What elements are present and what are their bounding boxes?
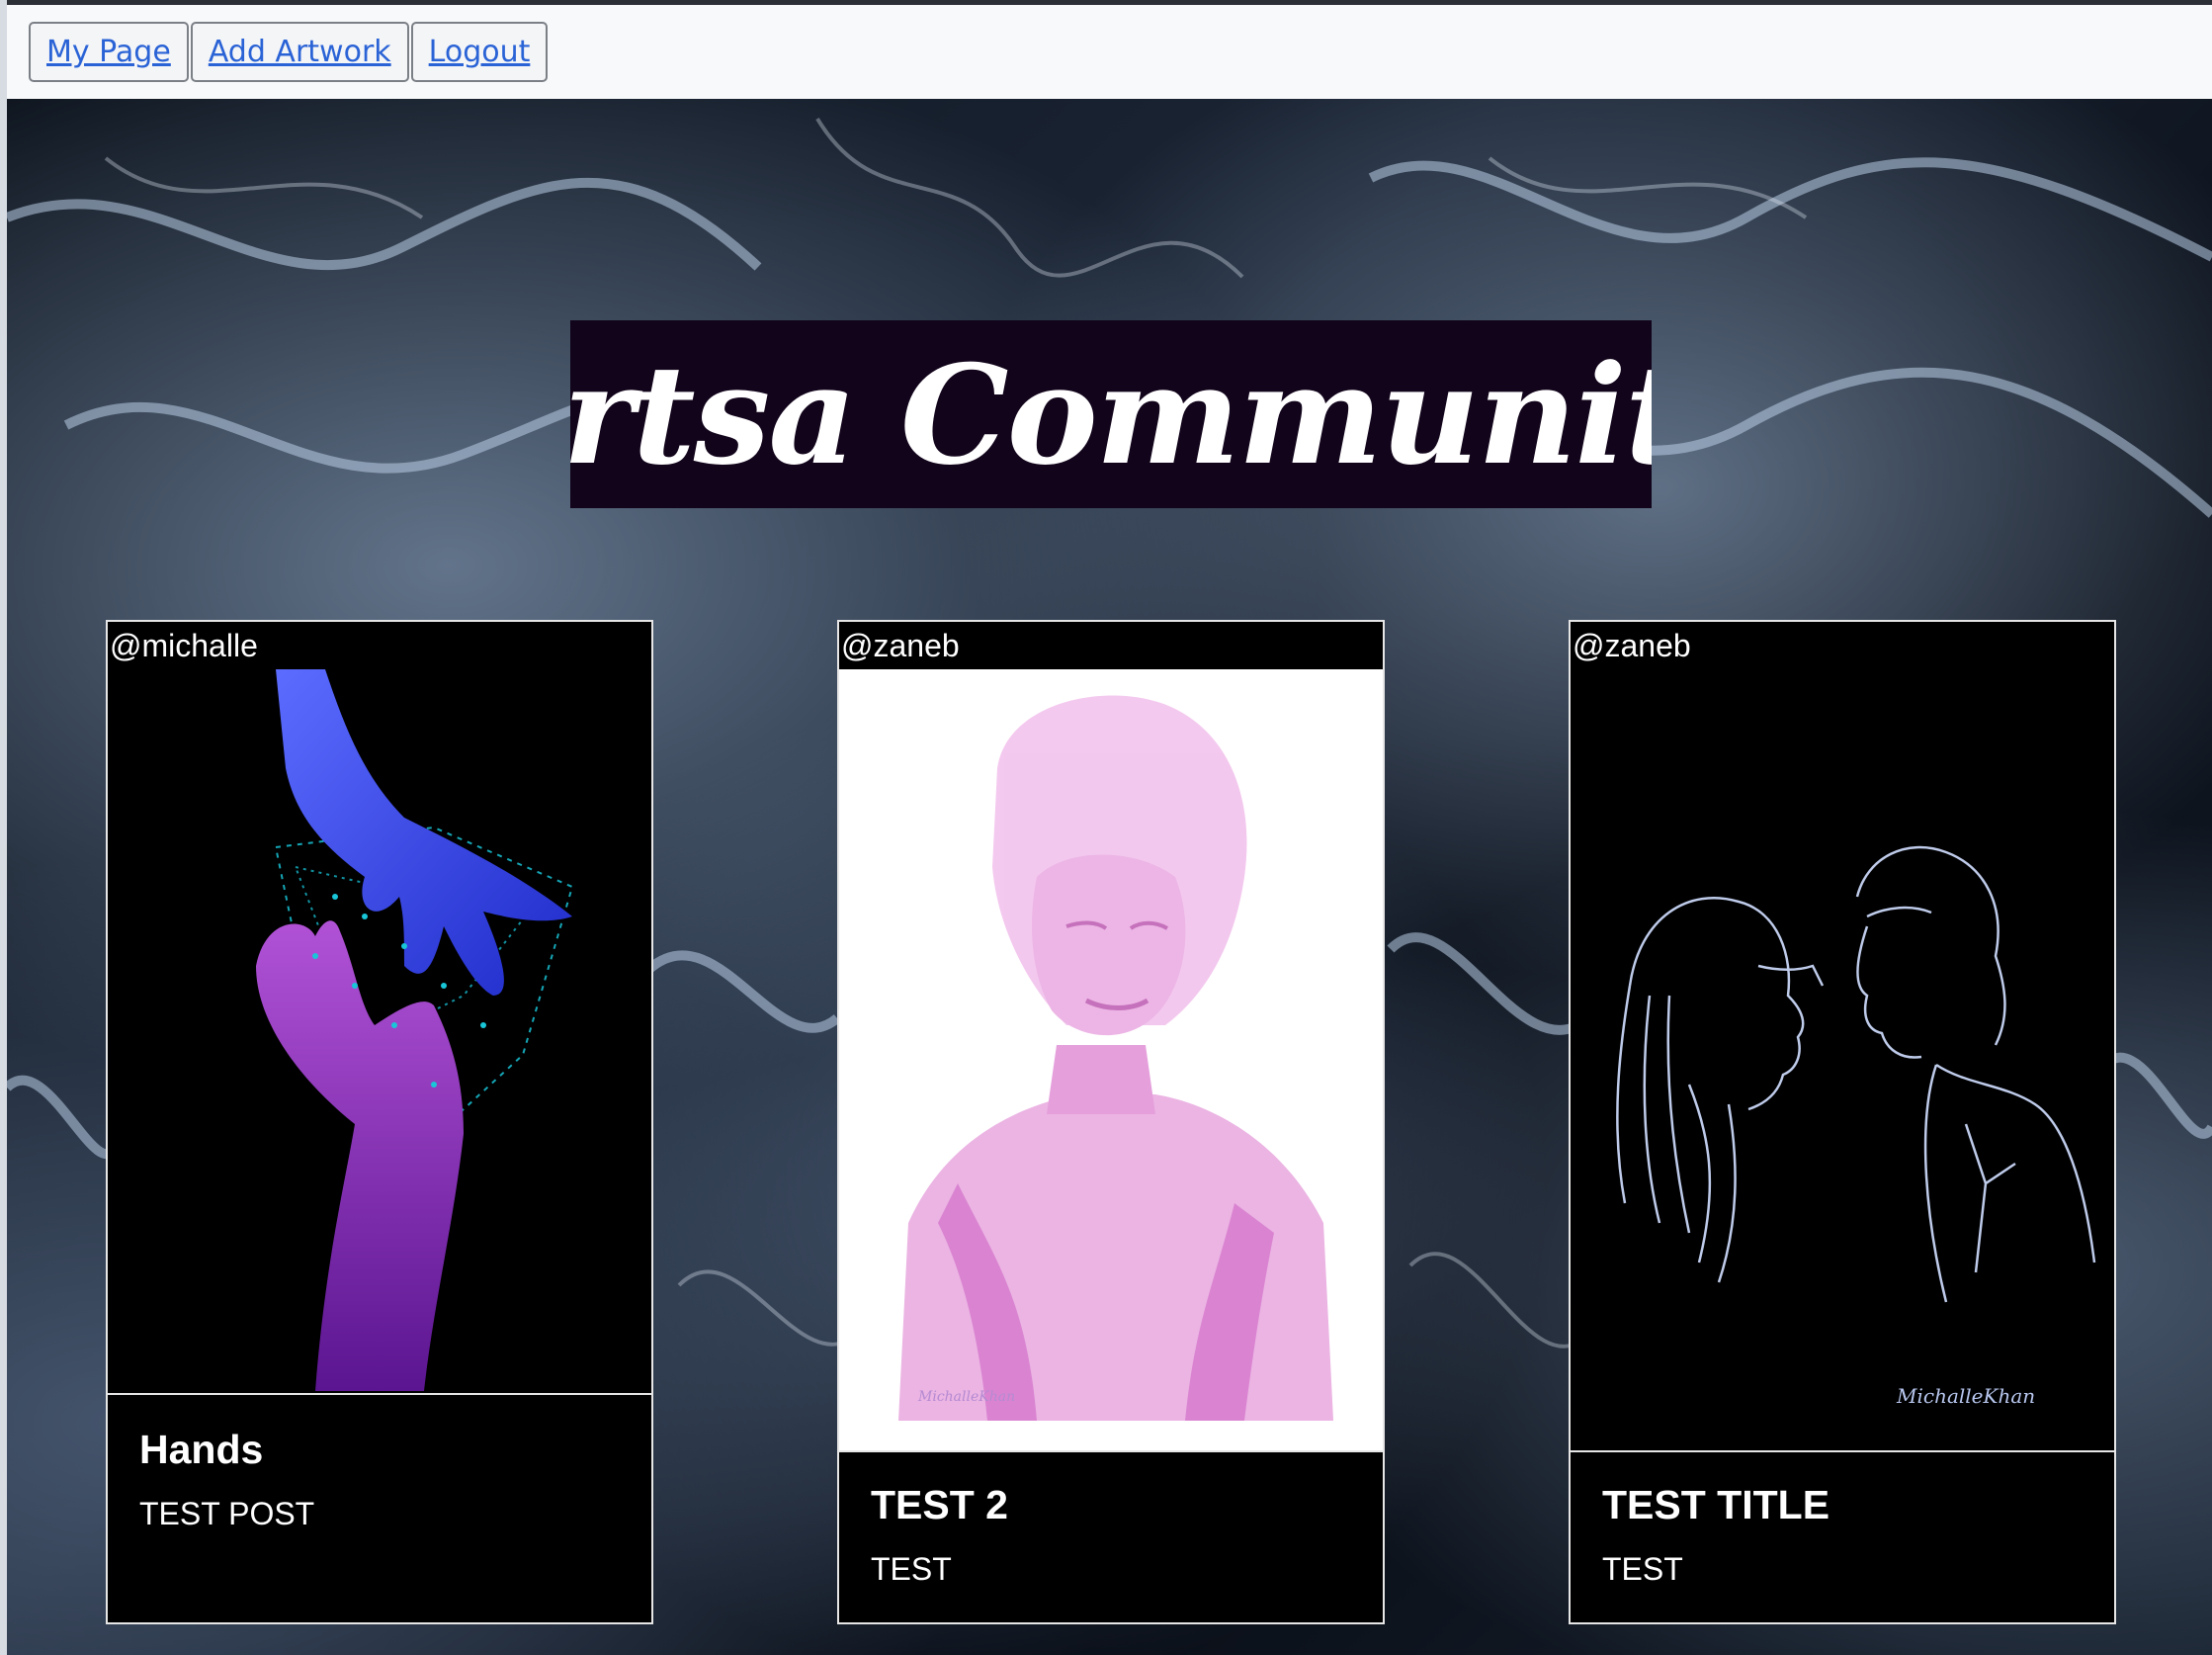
card-caption: TEST 2 TEST (839, 1450, 1383, 1622)
artwork-image-couple[interactable]: MichalleKhan (1571, 669, 2114, 1450)
artwork-image-hands[interactable] (108, 669, 651, 1393)
card-username[interactable]: @zaneb (1571, 622, 2114, 669)
couple-signature: MichalleKhan (1896, 1384, 2035, 1408)
artwork-image-portrait[interactable]: MichalleKhan (839, 669, 1383, 1450)
artwork-card[interactable]: @zaneb MichalleKhan TEST 2 TEST (837, 620, 1385, 1624)
card-title: TEST 2 (871, 1482, 1008, 1527)
hands-illustration (256, 669, 574, 1391)
card-caption: TEST TITLE TEST (1571, 1450, 2114, 1622)
card-title: TEST TITLE (1602, 1482, 1830, 1527)
card-title: Hands (139, 1427, 264, 1472)
card-username[interactable]: @zaneb (839, 622, 1383, 669)
window-left-edge (0, 0, 7, 1655)
artwork-card[interactable]: @zaneb MichalleKhan TEST TITLE TEST (1569, 620, 2116, 1624)
add-artwork-button[interactable]: Add Artwork (190, 22, 409, 82)
portrait-signature: MichalleKhan (917, 1389, 1015, 1405)
logout-button[interactable]: Logout (410, 22, 549, 82)
card-description: TEST POST (139, 1496, 315, 1531)
couple-line-drawing: MichalleKhan (1616, 845, 2096, 1408)
card-caption: Hands TEST POST (108, 1393, 651, 1622)
marble-background: Artsa Community @michalle (7, 99, 2212, 1655)
artwork-card[interactable]: @michalle Hands TEST POST (106, 620, 653, 1624)
card-username[interactable]: @michalle (108, 622, 651, 669)
portrait-illustration: MichalleKhan (898, 695, 1333, 1421)
card-description: TEST (871, 1551, 952, 1587)
top-navbar: My Page Add Artwork Logout (7, 5, 2212, 99)
site-title: Artsa Community (570, 320, 1652, 508)
card-description: TEST (1602, 1551, 1683, 1587)
my-page-button[interactable]: My Page (29, 22, 189, 82)
